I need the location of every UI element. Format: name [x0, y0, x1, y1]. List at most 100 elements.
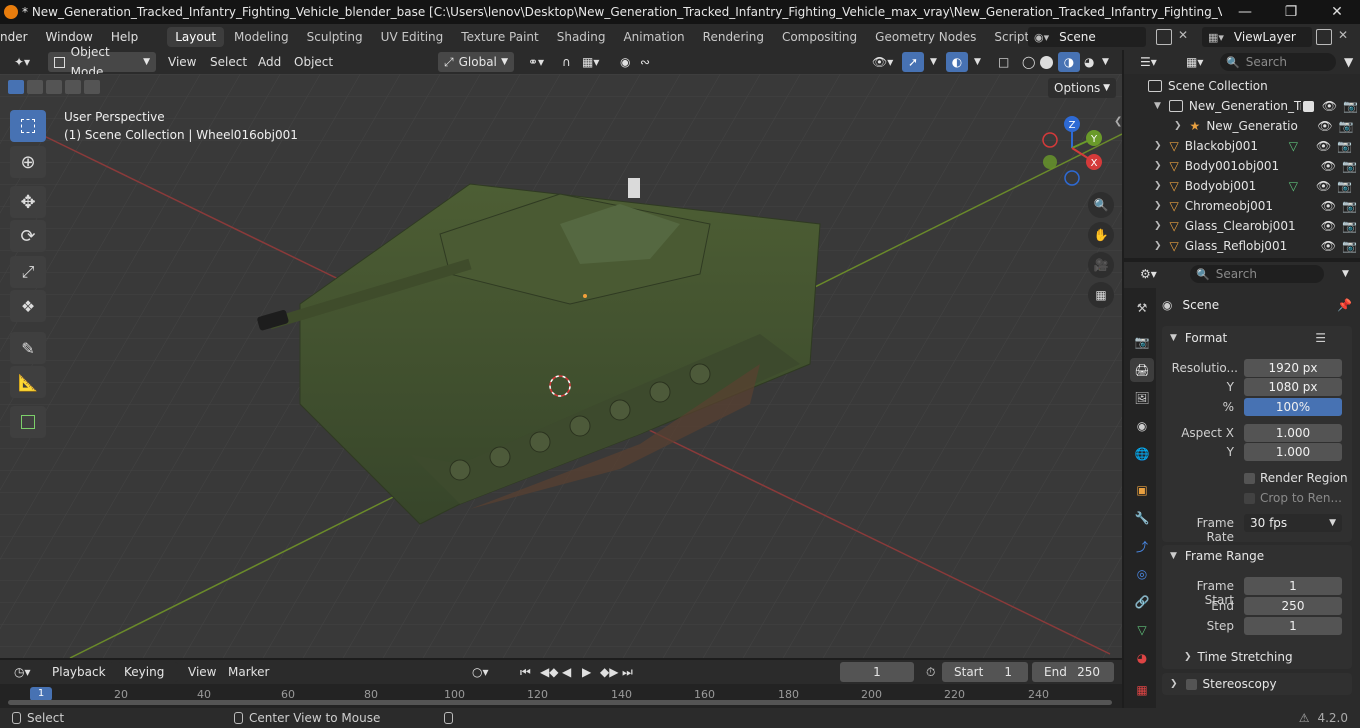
tab-geometry-nodes[interactable]: Geometry Nodes [867, 27, 984, 47]
viewport-menu-add[interactable]: Add [252, 52, 287, 72]
viewport-scene[interactable] [0, 74, 1122, 658]
eye-icon[interactable]: 👁 [1321, 239, 1336, 253]
aspect-x-field[interactable]: 1.000 [1244, 424, 1342, 442]
tab-rendering[interactable]: Rendering [695, 27, 772, 47]
outliner-row[interactable]: ❯ ★ New_Generatio 👁 📷 [1124, 116, 1360, 136]
options-dropdown[interactable]: Options ▼ [1048, 78, 1116, 98]
minimize-button[interactable]: — [1222, 0, 1268, 24]
frame-rate-dropdown[interactable]: 30 fps ▼ [1244, 514, 1342, 532]
frame-range-panel-header[interactable]: ▼ Frame Range [1162, 545, 1352, 567]
tab-layout[interactable]: Layout [167, 27, 225, 47]
expand-icon[interactable]: ▼ [1154, 101, 1161, 111]
xray-toggle-icon[interactable]: □ [992, 52, 1015, 72]
data-tab-icon[interactable]: ▽ [1130, 618, 1154, 642]
solid-shading-icon[interactable] [1040, 56, 1053, 69]
maximize-button[interactable]: ❐ [1268, 0, 1314, 24]
eye-icon[interactable]: 👁 [1322, 99, 1337, 113]
texture-tab-icon[interactable]: ▦ [1130, 678, 1154, 702]
expand-icon[interactable]: ❯ [1154, 221, 1162, 231]
camera-icon[interactable]: 📷 [1342, 239, 1357, 253]
timeline-menu-marker[interactable]: Marker [222, 662, 275, 682]
expand-icon[interactable]: ❯ [1154, 201, 1162, 211]
view-layer-tab-icon[interactable]: 🖼 [1130, 386, 1154, 410]
shading-dropdown-icon[interactable]: ▼ [1096, 52, 1115, 72]
pin-icon[interactable]: 📌 [1337, 298, 1352, 312]
cursor-tool[interactable]: ⊕ [10, 146, 46, 178]
timeline-area[interactable]: 1 20 40 60 80 100 120 140 160 180 200 22… [0, 684, 1122, 708]
mode-dropdown[interactable]: Object Mode ▼ [48, 45, 156, 79]
checkbox-icon[interactable] [1302, 100, 1314, 112]
navigation-gizmo[interactable]: Z Y X [1032, 112, 1112, 192]
render-tab-icon[interactable]: 📷 [1130, 330, 1154, 354]
aspect-y-field[interactable]: 1.000 [1244, 443, 1342, 461]
camera-icon[interactable]: 📷 [1342, 219, 1357, 233]
move-tool[interactable]: ✥ [10, 186, 46, 218]
timeline-end-field[interactable]: End 250 [1032, 662, 1114, 682]
timeline-scrollbar[interactable] [8, 700, 1112, 705]
world-tab-icon[interactable]: 🌐 [1130, 442, 1154, 466]
editor-type-icon[interactable]: ✦▾ [8, 52, 36, 72]
falloff-icon[interactable]: ∾ [634, 52, 656, 72]
outliner-editor-icon[interactable]: ☰▾ [1134, 52, 1163, 72]
viewport-menu-object[interactable]: Object [288, 52, 339, 72]
properties-search[interactable]: 🔍 Search [1190, 265, 1324, 283]
tab-animation[interactable]: Animation [615, 27, 692, 47]
camera-icon[interactable]: 📷 [1337, 179, 1352, 193]
material-shading-icon[interactable]: ◑ [1058, 52, 1080, 72]
modifier-tab-icon[interactable]: 🔧 [1130, 506, 1154, 530]
select-subtract-icon[interactable] [46, 80, 62, 94]
presets-icon[interactable]: ☰ [1315, 331, 1326, 345]
viewlayer-selector[interactable]: ▦▾ ViewLayer [1202, 27, 1312, 47]
delete-scene-icon[interactable]: ✕ [1178, 28, 1188, 42]
expand-icon[interactable]: ❯ [1154, 241, 1162, 251]
expand-icon[interactable]: ❯ [1154, 181, 1162, 191]
play-reverse-icon[interactable]: ◀ [556, 662, 577, 682]
close-button[interactable]: ✕ [1314, 0, 1360, 24]
camera-icon[interactable]: 📷 [1342, 159, 1357, 173]
outliner-row[interactable]: ▼ New_Generation_Tr 👁 📷 [1124, 96, 1360, 116]
eye-icon[interactable]: 👁 [1316, 179, 1331, 193]
tab-modeling[interactable]: Modeling [226, 27, 297, 47]
measure-tool[interactable]: 📐 [10, 366, 46, 398]
snap-icon[interactable]: ∩ [556, 52, 577, 72]
jump-end-icon[interactable]: ⏭ [616, 662, 639, 682]
outliner-search[interactable]: 🔍 Search [1220, 53, 1336, 71]
eye-icon[interactable]: 👁 [1316, 139, 1331, 153]
outliner-row[interactable]: ❯ ▽ Body001obj001 👁 📷 [1124, 156, 1360, 176]
resolution-y-field[interactable]: 1080 px [1244, 378, 1342, 396]
tab-compositing[interactable]: Compositing [774, 27, 865, 47]
select-intersect-icon[interactable] [84, 80, 100, 94]
outliner-row[interactable]: ❯ ▽ Bodyobj001 ▽ 👁 📷 [1124, 176, 1360, 196]
keying-menu[interactable]: Keying ▼ [118, 662, 178, 699]
frame-step-field[interactable]: 1 [1244, 617, 1342, 635]
tab-uv-editing[interactable]: UV Editing [373, 27, 452, 47]
object-tab-icon[interactable]: ▣ [1130, 478, 1154, 502]
gizmo-toggle-icon[interactable]: ➚ [902, 52, 924, 72]
filter-icon[interactable]: ▼ [1338, 52, 1359, 72]
new-scene-icon[interactable] [1156, 29, 1172, 45]
material-tab-icon[interactable]: ◕ [1130, 646, 1154, 670]
properties-editor-icon[interactable]: ⚙▾ [1134, 264, 1163, 284]
outliner-root[interactable]: Scene Collection [1124, 76, 1360, 96]
tool-tab-icon[interactable]: ⚒ [1130, 296, 1154, 320]
scene-selector[interactable]: ◉▾ Scene [1028, 27, 1146, 47]
camera-icon[interactable]: 📷 [1339, 119, 1354, 133]
stopwatch-icon[interactable]: ⏱ [920, 662, 941, 682]
transform-tool[interactable]: ❖ [10, 290, 46, 322]
gizmo-dropdown-icon[interactable]: ▼ [924, 52, 943, 72]
resolution-percent-field[interactable]: 100% [1244, 398, 1342, 416]
outliner-row[interactable]: ❯ ▽ Glass_Clearobj001 👁 📷 [1124, 216, 1360, 236]
delete-viewlayer-icon[interactable]: ✕ [1338, 28, 1348, 42]
auto-keying-icon[interactable]: ○▾ [466, 662, 495, 682]
constraints-tab-icon[interactable]: 🔗 [1130, 590, 1154, 614]
sidebar-toggle-icon[interactable]: ❮ [1114, 116, 1122, 127]
output-tab-icon[interactable]: 🖨 [1130, 358, 1154, 382]
orientation-dropdown[interactable]: ⤢ Global ▼ [438, 52, 514, 72]
rotate-tool[interactable]: ⟳ [10, 220, 46, 252]
annotate-tool[interactable]: ✎ [10, 332, 46, 364]
select-extend-icon[interactable] [27, 80, 43, 94]
overlays-dropdown-icon[interactable]: ▼ [968, 52, 987, 72]
format-panel-header[interactable]: ▼ Format ☰ [1162, 327, 1352, 349]
tab-texture-paint[interactable]: Texture Paint [453, 27, 546, 47]
camera-icon[interactable]: 📷 [1337, 139, 1352, 153]
